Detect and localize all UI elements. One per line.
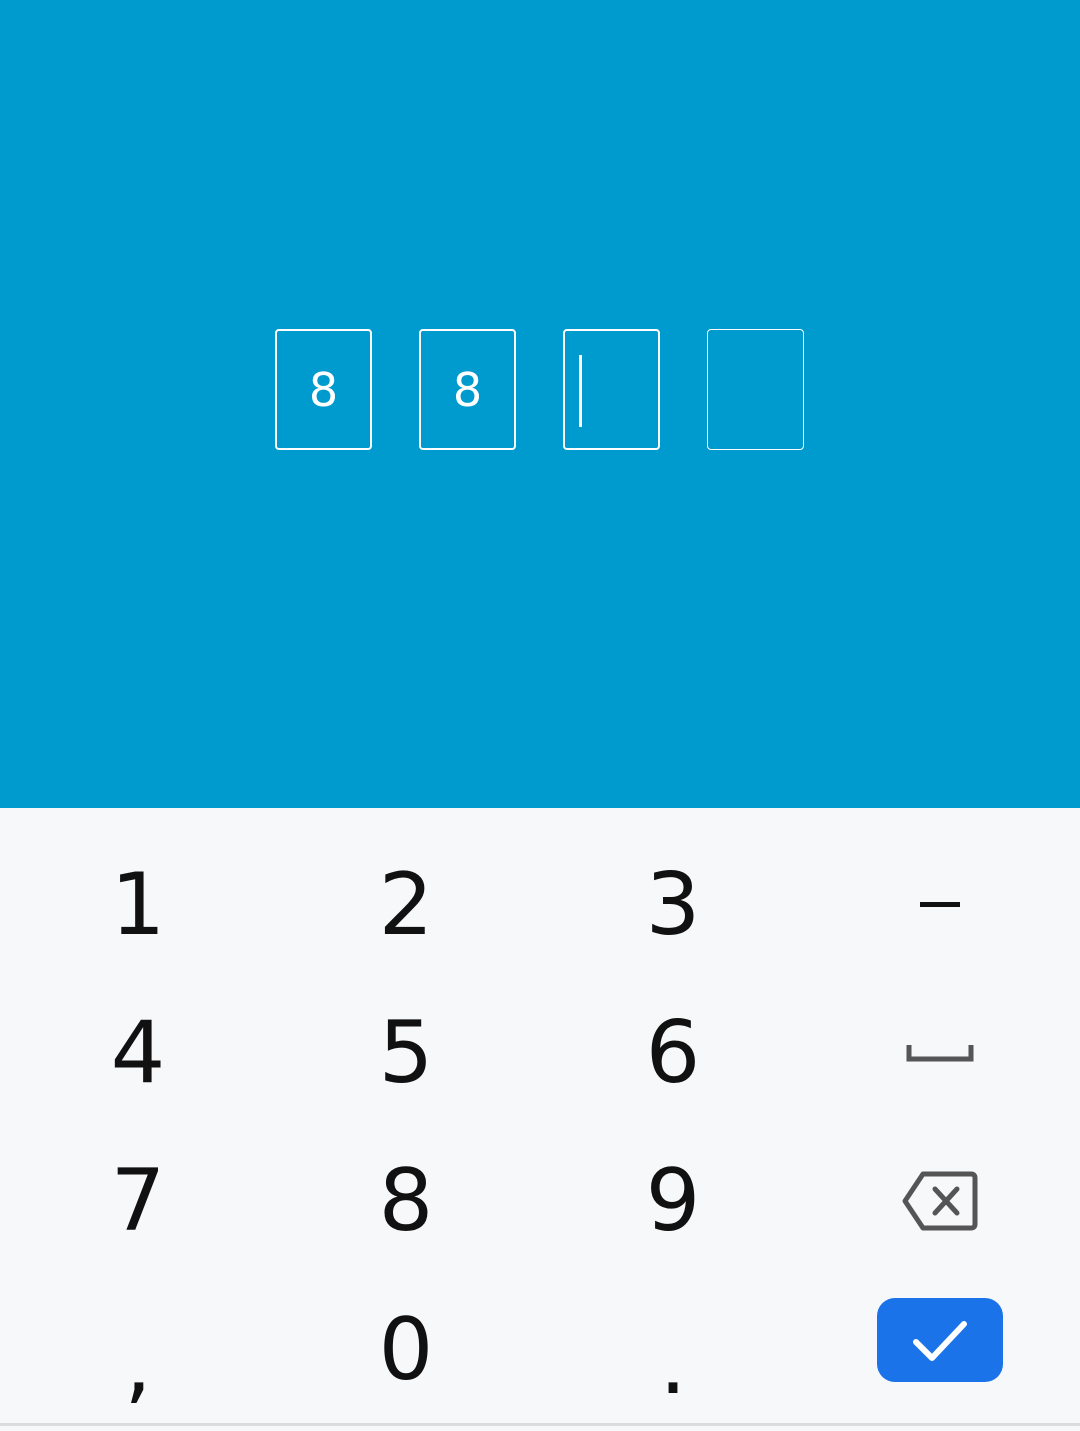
key-5[interactable]: 5 xyxy=(306,993,506,1113)
pin-digit-box-2[interactable]: 8 xyxy=(419,329,516,450)
backspace-icon xyxy=(902,1171,978,1231)
key-period[interactable]: . xyxy=(573,1290,773,1410)
key-2-label: 2 xyxy=(378,855,434,955)
pin-digit-box-3[interactable] xyxy=(563,329,660,450)
key-comma[interactable]: , xyxy=(38,1290,238,1410)
key-dash[interactable] xyxy=(840,845,1040,965)
checkmark-icon xyxy=(913,1321,967,1361)
key-comma-label: , xyxy=(124,1314,152,1414)
text-cursor xyxy=(579,355,582,427)
pin-digit-2: 8 xyxy=(452,362,483,417)
key-8-label: 8 xyxy=(378,1151,434,1251)
key-3[interactable]: 3 xyxy=(573,845,773,965)
key-4-label: 4 xyxy=(110,1003,166,1103)
key-7-label: 7 xyxy=(110,1151,166,1251)
key-6[interactable]: 6 xyxy=(573,993,773,1113)
space-bar-icon xyxy=(906,1045,974,1062)
key-2[interactable]: 2 xyxy=(306,845,506,965)
minus-icon xyxy=(920,902,960,907)
key-4[interactable]: 4 xyxy=(38,993,238,1113)
key-8[interactable]: 8 xyxy=(306,1141,506,1261)
pin-entry-screen: 8 8 1 2 3 4 5 6 7 8 9 , 0 . xyxy=(0,0,1080,1431)
key-1-label: 1 xyxy=(110,855,166,955)
pin-digit-1: 8 xyxy=(308,362,339,417)
bottom-divider xyxy=(0,1423,1080,1426)
pin-digit-box-4[interactable] xyxy=(707,329,804,450)
key-0[interactable]: 0 xyxy=(306,1290,506,1410)
key-backspace[interactable] xyxy=(840,1141,1040,1261)
key-7[interactable]: 7 xyxy=(38,1141,238,1261)
key-1[interactable]: 1 xyxy=(38,845,238,965)
key-9-label: 9 xyxy=(645,1151,701,1251)
key-9[interactable]: 9 xyxy=(573,1141,773,1261)
pin-header-area: 8 8 xyxy=(0,0,1080,808)
key-6-label: 6 xyxy=(645,1003,701,1103)
key-5-label: 5 xyxy=(378,1003,434,1103)
key-space[interactable] xyxy=(840,993,1040,1113)
key-3-label: 3 xyxy=(645,855,701,955)
key-period-label: . xyxy=(659,1314,687,1414)
pin-digit-box-1[interactable]: 8 xyxy=(275,329,372,450)
confirm-button[interactable] xyxy=(877,1298,1003,1382)
key-0-label: 0 xyxy=(378,1300,434,1400)
